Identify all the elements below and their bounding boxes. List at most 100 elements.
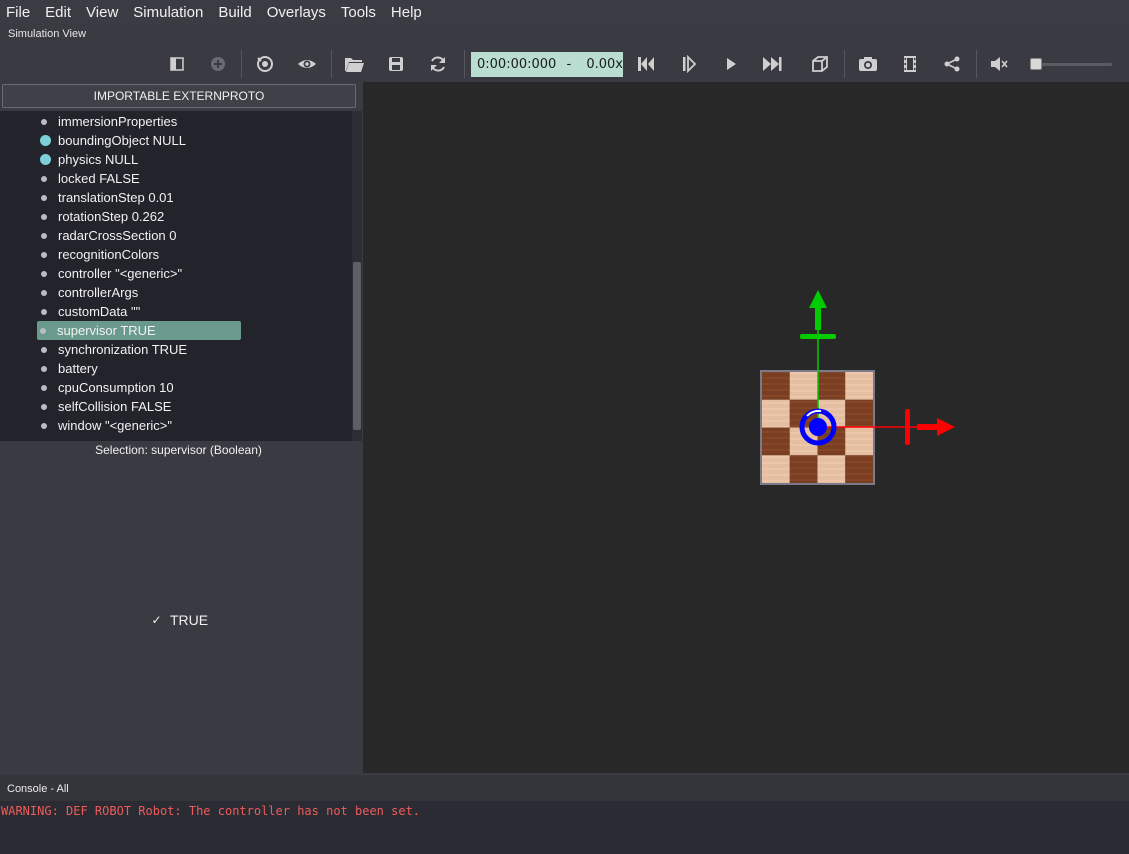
menu-build[interactable]: Build xyxy=(218,4,251,21)
scene-tree-scroll-thumb[interactable] xyxy=(353,262,361,430)
tree-row-label: radarCrossSection 0 xyxy=(58,228,177,243)
simulation-time: 0:00:00:000 xyxy=(477,57,557,72)
share-icon[interactable] xyxy=(939,51,965,77)
menu-file[interactable]: File xyxy=(6,4,30,21)
tree-row[interactable]: controller "<generic>" xyxy=(38,264,182,283)
tree-row[interactable]: rotationStep 0.262 xyxy=(38,207,164,226)
field-bullet-icon xyxy=(41,346,47,353)
boolean-field-editor[interactable]: ✓ TRUE xyxy=(150,612,208,628)
value-checkbox[interactable]: ✓ xyxy=(150,613,163,627)
checker-tile xyxy=(789,372,818,400)
tree-row[interactable]: physics NULL xyxy=(40,150,138,169)
checkbox-label: TRUE xyxy=(170,612,209,628)
field-bullet-icon xyxy=(41,422,47,429)
save-icon[interactable] xyxy=(383,51,409,77)
volume-slider[interactable] xyxy=(1030,58,1112,70)
mute-icon[interactable] xyxy=(986,51,1012,77)
scene-render xyxy=(760,290,955,485)
tree-row-label: boundingObject NULL xyxy=(58,133,186,148)
tree-row[interactable]: immersionProperties xyxy=(38,112,177,131)
console-title: Console - All xyxy=(0,775,1129,801)
tree-row[interactable]: boundingObject NULL xyxy=(40,131,186,150)
field-bullet-icon xyxy=(41,289,47,296)
tree-row[interactable]: window "<generic>" xyxy=(38,416,172,435)
menu-edit[interactable]: Edit xyxy=(45,4,71,21)
step-back-icon[interactable] xyxy=(633,51,659,77)
tree-row[interactable]: customData "" xyxy=(38,302,140,321)
field-bullet-icon xyxy=(41,403,47,410)
tree-row-label: locked FALSE xyxy=(58,171,140,186)
panel-title: Simulation View xyxy=(8,28,87,40)
tree-row-label: customData "" xyxy=(58,304,141,319)
tree-row-label: selfCollision FALSE xyxy=(58,399,172,414)
simulation-speed: 0.00x xyxy=(586,57,623,72)
field-bullet-icon xyxy=(41,213,47,220)
cube-view-icon[interactable] xyxy=(807,51,833,77)
menu-overlays[interactable]: Overlays xyxy=(267,4,326,21)
field-bullet-icon xyxy=(41,251,47,258)
speed-separator: - xyxy=(566,57,572,72)
node-bullet-icon xyxy=(40,135,51,146)
checker-tile xyxy=(817,455,846,483)
tree-row-label: physics NULL xyxy=(58,152,139,167)
tree-row[interactable]: recognitionColors xyxy=(38,245,159,264)
field-bullet-icon xyxy=(41,384,47,391)
tree-row[interactable]: synchronization TRUE xyxy=(38,340,187,359)
field-bullet-icon xyxy=(40,327,46,334)
tree-row[interactable]: selfCollision FALSE xyxy=(38,397,171,416)
field-bullet-icon xyxy=(41,232,47,239)
open-folder-icon[interactable] xyxy=(341,51,367,77)
tree-row[interactable]: battery xyxy=(38,359,98,378)
reset-view-icon[interactable] xyxy=(252,51,278,77)
tree-row[interactable]: translationStep 0.01 xyxy=(38,188,174,207)
menu-tools[interactable]: Tools xyxy=(341,4,376,21)
checker-tile xyxy=(845,372,873,400)
menu-simulation[interactable]: Simulation xyxy=(133,4,203,21)
menu-help[interactable]: Help xyxy=(391,4,422,21)
scene-tree[interactable]: immersionProperties boundingObject NULL ph… xyxy=(0,111,352,441)
field-bullet-icon xyxy=(41,308,47,315)
translation-handles[interactable] xyxy=(799,290,955,446)
tree-row-label: supervisor TRUE xyxy=(57,323,156,338)
tree-row[interactable]: locked FALSE xyxy=(38,169,140,188)
tree-row-label: cpuConsumption 10 xyxy=(58,380,174,395)
tree-row-label: immersionProperties xyxy=(58,114,178,129)
field-bullet-icon xyxy=(41,365,47,372)
tree-row[interactable]: radarCrossSection 0 xyxy=(38,226,177,245)
volume-handle[interactable] xyxy=(1030,58,1042,70)
step-icon[interactable] xyxy=(676,51,702,77)
tree-row-label: controller "<generic>" xyxy=(58,266,183,281)
fast-forward-icon[interactable] xyxy=(759,51,785,77)
add-node-icon[interactable] xyxy=(205,51,231,77)
movie-icon[interactable] xyxy=(897,51,923,77)
checker-tile xyxy=(845,455,873,483)
menu-view[interactable]: View xyxy=(86,4,118,21)
tree-row[interactable]: cpuConsumption 10 xyxy=(38,378,174,397)
selection-label: Selection: supervisor (Boolean) xyxy=(95,443,262,457)
3d-view[interactable] xyxy=(363,82,1129,773)
checker-tile xyxy=(817,372,846,400)
checker-tile xyxy=(845,399,873,428)
tree-row-selected[interactable]: supervisor TRUE xyxy=(37,321,241,340)
toggle-panel-icon[interactable] xyxy=(164,51,190,77)
console-warning-line: WARNING: DEF ROBOT Robot: The controller… xyxy=(1,804,421,818)
checker-tile xyxy=(789,455,818,483)
importable-externproto-button[interactable]: IMPORTABLE EXTERNPROTO xyxy=(2,84,356,108)
tree-row-label: controllerArgs xyxy=(58,285,139,300)
tree-row-label: battery xyxy=(58,361,98,376)
tree-row-label: rotationStep 0.262 xyxy=(58,209,165,224)
tree-row[interactable]: controllerArgs xyxy=(38,283,138,302)
checker-tile xyxy=(762,427,790,456)
play-icon[interactable] xyxy=(718,51,744,77)
tree-row-label: synchronization TRUE xyxy=(58,342,188,357)
reload-icon[interactable] xyxy=(425,51,451,77)
menu-bar: File Edit View Simulation Build Overlays… xyxy=(0,0,1129,24)
checker-tile xyxy=(762,455,790,483)
field-bullet-icon xyxy=(41,118,47,125)
eye-icon[interactable] xyxy=(294,51,320,77)
tree-row-label: window "<generic>" xyxy=(58,418,173,433)
field-bullet-icon xyxy=(41,194,47,201)
screenshot-icon[interactable] xyxy=(855,51,881,77)
field-bullet-icon xyxy=(41,175,47,182)
checker-tile xyxy=(762,399,790,428)
